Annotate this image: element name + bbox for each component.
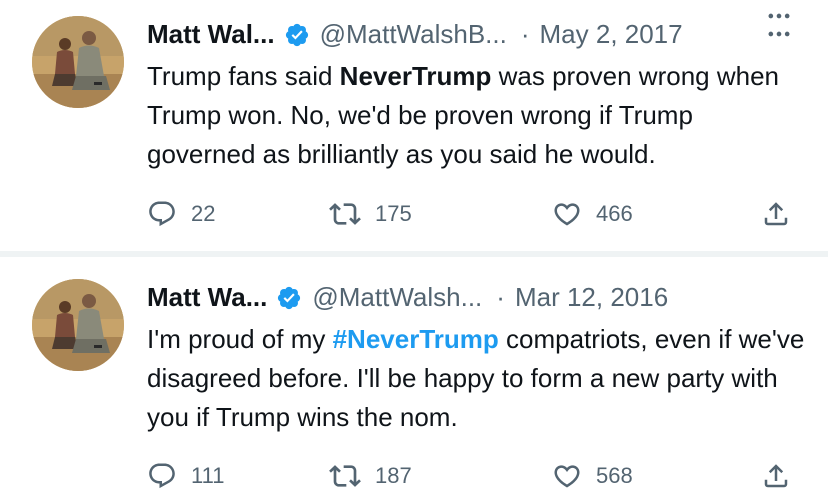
author-name[interactable]: Matt Wa... [147,279,267,315]
tweet[interactable]: Matt Wa... @MattWalsh... · Mar 12, 2016 … [0,257,828,503]
like-count: 466 [596,201,633,226]
share-button[interactable] [761,458,791,494]
tweet-text: Trump fans said NeverTrump was proven wr… [147,57,807,174]
share-button[interactable] [761,196,791,232]
hashtag-link[interactable]: #NeverTrump [333,324,499,354]
share-icon [764,464,788,488]
avatar[interactable] [32,16,124,108]
separator-dot: · [520,19,530,49]
avatar-photo [32,279,124,371]
tweet-date[interactable]: Mar 12, 2016 [515,279,668,315]
heart-icon [554,465,580,488]
reply-icon [149,463,175,489]
author-handle[interactable]: @MattWalshB... [320,16,507,52]
retweet-count: 187 [375,463,412,488]
author-name[interactable]: Matt Wal... [147,16,275,52]
avatar-photo [32,16,124,108]
verified-badge-icon [276,284,302,310]
tweet-date[interactable]: May 2, 2017 [540,16,683,52]
like-count: 568 [596,463,633,488]
heart-icon [554,203,580,226]
share-icon [764,202,788,226]
reply-count: 111 [191,463,225,488]
text-segment: Trump fans said [147,61,340,91]
author-handle[interactable]: @MattWalsh... [312,279,482,315]
like-button[interactable]: 466 [552,196,633,232]
tweet-actions: 111 187 568 [0,458,828,494]
reply-icon [149,201,175,227]
tweet-actions: 22 175 466 [0,196,828,232]
retweet-icon [329,203,361,225]
retweet-button[interactable]: 175 [329,196,412,232]
text-segment: I'm proud of my [147,324,333,354]
tweet-header: Matt Wal... @MattWalshB... · May 2, 2017 [147,16,683,52]
reply-button[interactable]: 111 [147,458,224,494]
retweet-button[interactable]: 187 [329,458,412,494]
retweet-icon [329,465,361,487]
tweet-header: Matt Wa... @MattWalsh... · Mar 12, 2016 [147,279,668,315]
text-segment-bold: NeverTrump [339,61,492,91]
like-button[interactable]: 568 [552,458,633,494]
retweet-count: 175 [375,201,412,226]
more-horizontal-icon[interactable] [763,0,795,32]
reply-button[interactable]: 22 [147,196,215,232]
tweet-text: I'm proud of my #NeverTrump compatriots,… [147,320,807,437]
verified-badge-icon [284,21,310,47]
reply-count: 22 [191,201,216,226]
tweet[interactable]: Matt Wal... @MattWalshB... · May 2, 2017… [0,0,828,251]
separator-dot: · [496,282,505,312]
avatar[interactable] [32,279,124,371]
